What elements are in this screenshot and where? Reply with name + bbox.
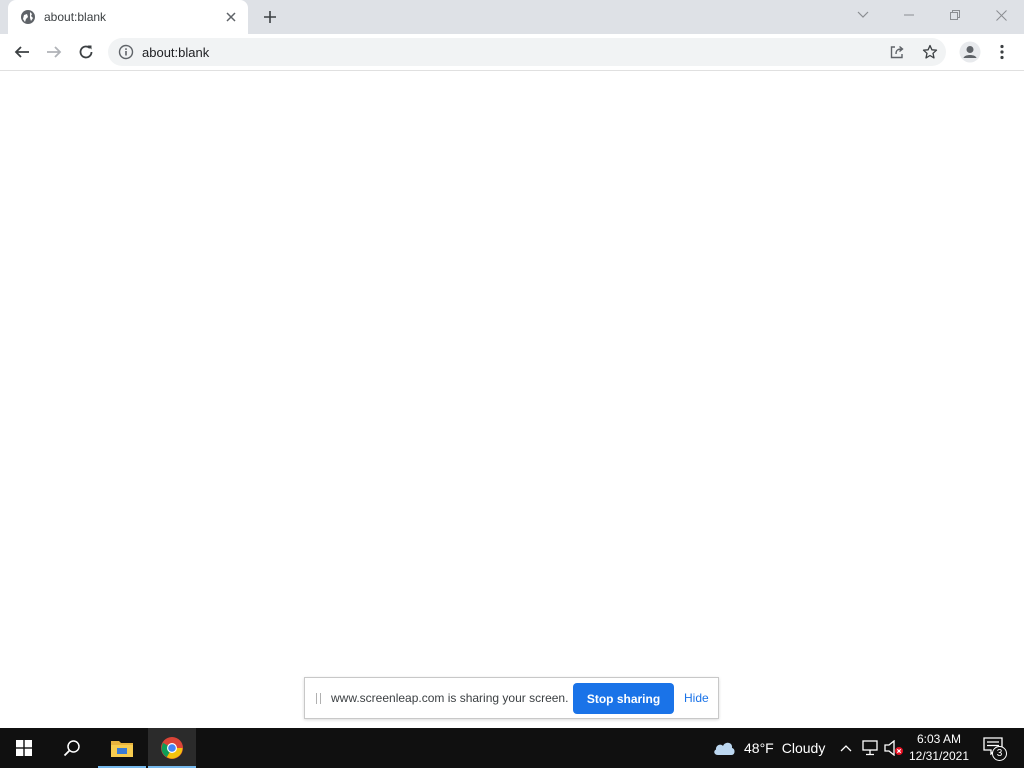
share-page-button[interactable] (886, 41, 908, 63)
chrome-taskbar-button[interactable] (148, 728, 196, 768)
share-icon (890, 45, 904, 59)
weather-temperature: 48°F (744, 740, 774, 756)
tab-title: about:blank (44, 10, 107, 24)
reload-icon (79, 45, 93, 59)
speaker-muted-icon (884, 740, 903, 756)
weather-condition: Cloudy (781, 740, 826, 756)
hide-link[interactable]: Hide (684, 691, 709, 705)
menu-button[interactable] (988, 38, 1016, 66)
globe-icon (21, 10, 35, 24)
arrow-left-icon (14, 46, 29, 58)
network-icon (862, 740, 878, 756)
action-center-button[interactable]: 3 (980, 734, 1010, 762)
screen-sharing-bar: www.screenleap.com is sharing your scree… (304, 677, 719, 719)
minimize-icon (904, 14, 914, 16)
avatar-icon (959, 41, 981, 63)
drag-handle-icon[interactable] (316, 693, 321, 704)
bookmark-button[interactable] (919, 41, 941, 63)
clock[interactable]: 6:03 AM 12/31/2021 (904, 731, 974, 767)
tab-search-button[interactable] (840, 0, 886, 30)
address-url[interactable]: about:blank (142, 45, 209, 60)
chevron-down-icon (857, 11, 869, 18)
back-button[interactable] (8, 38, 36, 66)
volume-button[interactable] (884, 738, 904, 758)
tab-strip: about:blank (0, 0, 1024, 34)
browser-toolbar: about:blank (0, 34, 1024, 71)
page-content (0, 71, 1024, 728)
network-button[interactable] (860, 738, 880, 758)
file-explorer-button[interactable] (98, 728, 146, 768)
clock-date: 12/31/2021 (908, 749, 970, 763)
search-icon (63, 740, 80, 757)
folder-icon (111, 741, 133, 757)
address-bar[interactable]: about:blank (108, 38, 946, 66)
clock-time: 6:03 AM (916, 732, 962, 746)
search-button[interactable] (48, 728, 96, 768)
close-icon (995, 9, 1007, 21)
profile-button[interactable] (956, 38, 984, 66)
tab-about-blank[interactable]: about:blank (8, 0, 248, 34)
chevron-up-icon (840, 745, 852, 752)
forward-button[interactable] (40, 38, 68, 66)
weather-widget[interactable]: 48°F Cloudy (712, 728, 832, 768)
window-close-button[interactable] (978, 0, 1024, 30)
close-icon (226, 12, 236, 22)
more-vert-icon (1000, 44, 1004, 60)
start-button[interactable] (0, 728, 48, 768)
restore-icon (950, 10, 960, 20)
tab-close-button[interactable] (222, 8, 240, 26)
cloud-icon (714, 742, 735, 755)
star-icon (922, 44, 938, 59)
info-icon[interactable] (118, 44, 134, 60)
plus-icon (264, 11, 276, 23)
notification-count-badge: 3 (992, 746, 1007, 761)
reload-button[interactable] (72, 38, 100, 66)
minimize-button[interactable] (886, 0, 932, 30)
arrow-right-icon (47, 46, 62, 58)
chrome-icon (161, 737, 183, 759)
show-hidden-icons-button[interactable] (836, 738, 856, 758)
restore-button[interactable] (932, 0, 978, 30)
windows-logo-icon (16, 740, 32, 756)
sharing-message: www.screenleap.com is sharing your scree… (331, 691, 569, 705)
taskbar: 48°F Cloudy 6:03 AM 12/31/2021 3 (0, 728, 1024, 768)
stop-sharing-button[interactable]: Stop sharing (573, 683, 674, 714)
new-tab-button[interactable] (258, 6, 282, 28)
